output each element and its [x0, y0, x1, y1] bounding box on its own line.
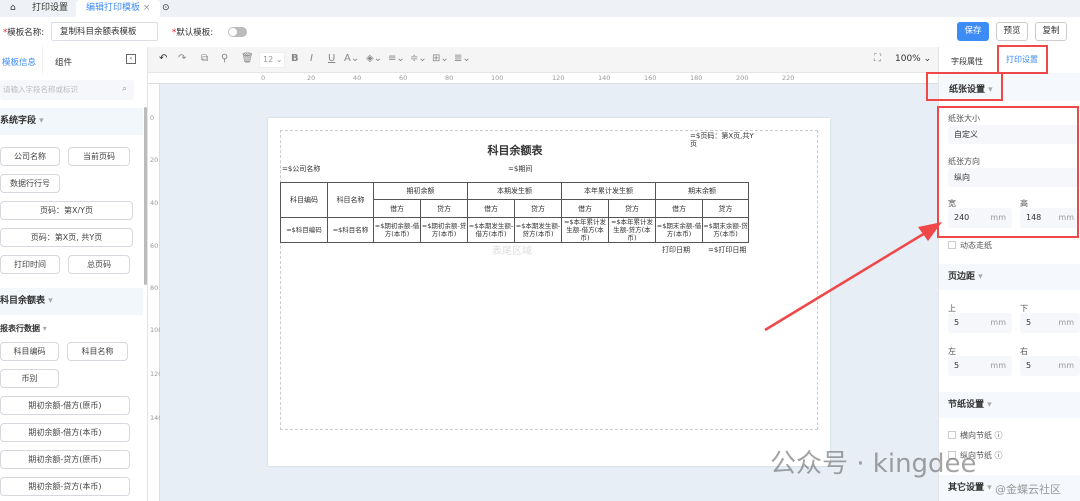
watermark-main: 公众号 · kingdee	[770, 449, 977, 479]
watermark-sub: @金蝶云社区	[995, 483, 1061, 496]
annotation-arrow	[764, 222, 942, 332]
